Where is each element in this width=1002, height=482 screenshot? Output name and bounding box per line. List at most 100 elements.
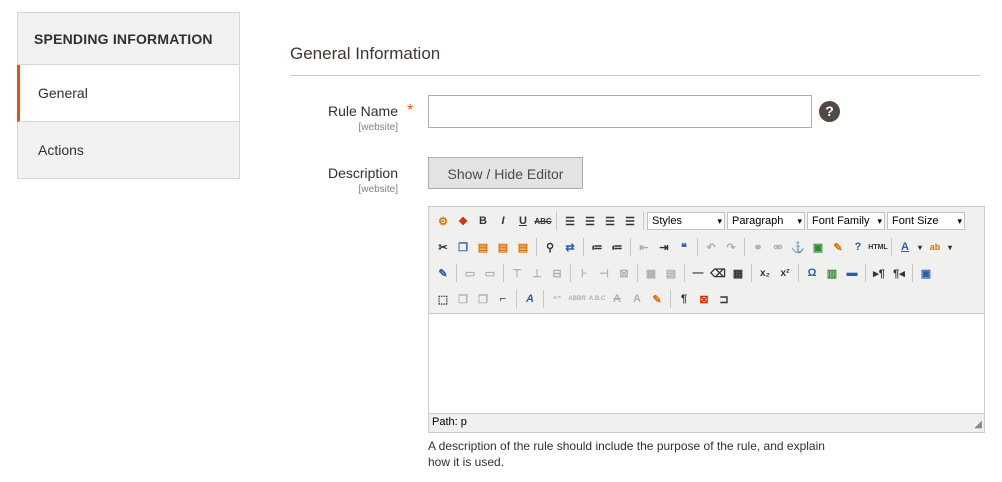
move-forward-icon[interactable]: ❐	[453, 289, 473, 309]
image-icon[interactable]: ▣	[808, 237, 828, 257]
visual-chars-icon[interactable]: ¶	[674, 289, 694, 309]
magento-variable-icon[interactable]: ❖	[453, 211, 473, 231]
cell-props-icon[interactable]: ▭	[480, 263, 500, 283]
highlight-color-icon[interactable]: ab	[925, 237, 945, 257]
attributes-icon[interactable]: ✎	[647, 289, 667, 309]
align-center-icon[interactable]: ☰	[580, 211, 600, 231]
redo-icon[interactable]: ↷	[721, 237, 741, 257]
paragraph-dropdown[interactable]: Paragraph	[727, 212, 805, 230]
special-char-icon[interactable]: Ω	[802, 263, 822, 283]
undo-icon[interactable]: ↶	[701, 237, 721, 257]
superscript-icon[interactable]: x²	[775, 263, 795, 283]
font-family-dropdown[interactable]: Font Family	[807, 212, 885, 230]
sidebar-title: SPENDING INFORMATION	[17, 12, 240, 65]
ltr-icon[interactable]: ▸¶	[869, 263, 889, 283]
help-circle-icon[interactable]: ?	[848, 237, 868, 257]
horizontal-rule-icon[interactable]: ―	[688, 263, 708, 283]
remove-format-icon[interactable]: ⌫	[708, 263, 728, 283]
italic-icon[interactable]: I	[493, 211, 513, 231]
paste-text-icon[interactable]: ▤	[493, 237, 513, 257]
edit-table-icon[interactable]: ✎	[433, 263, 453, 283]
merge-cells-icon[interactable]: ▤	[661, 263, 681, 283]
bold-icon[interactable]: B	[473, 211, 493, 231]
toolbar-separator	[643, 212, 644, 230]
media-icon[interactable]: ▥	[822, 263, 842, 283]
numbered-list-icon[interactable]: ≔	[607, 237, 627, 257]
wysiwyg-editor: ⚙ ❖ B I U ABC ☰ ☰ ☰ ☰ Styles Paragraph F…	[428, 206, 985, 433]
absolute-position-icon[interactable]: ⌐	[493, 289, 513, 309]
toolbar-row-1: ⚙ ❖ B I U ABC ☰ ☰ ☰ ☰ Styles Paragraph F…	[433, 210, 967, 232]
underline-icon[interactable]: U	[513, 211, 533, 231]
anchor-icon[interactable]: ⚓	[788, 237, 808, 257]
paste-word-icon[interactable]: ▤	[513, 237, 533, 257]
rule-name-input[interactable]	[428, 95, 812, 128]
insert-col-before-icon[interactable]: ⊦	[574, 263, 594, 283]
chevron-down-icon[interactable]: ▾	[945, 237, 955, 257]
text-color-icon[interactable]: A	[895, 237, 915, 257]
html-source-icon[interactable]: HTML	[868, 237, 888, 257]
find-icon[interactable]: ⚲	[540, 237, 560, 257]
sidebar-item-actions[interactable]: Actions	[17, 122, 240, 179]
bullet-list-icon[interactable]: ≔	[587, 237, 607, 257]
fullscreen-icon[interactable]: ▣	[916, 263, 936, 283]
move-backward-icon[interactable]: ❐	[473, 289, 493, 309]
replace-icon[interactable]: ⇄	[560, 237, 580, 257]
sidebar-nav: SPENDING INFORMATION General Actions	[17, 12, 240, 179]
cut-icon[interactable]: ✂	[433, 237, 453, 257]
pagebreak-icon[interactable]: ⊐	[714, 289, 734, 309]
nonbreaking-icon[interactable]: ⊠	[694, 289, 714, 309]
toolbar-separator	[865, 264, 866, 282]
show-hide-editor-button[interactable]: Show / Hide Editor	[428, 157, 583, 189]
help-icon[interactable]: ?	[819, 101, 840, 122]
toolbar-separator	[556, 212, 557, 230]
insert-row-before-icon[interactable]: ⊤	[507, 263, 527, 283]
editor-path: Path: p	[432, 416, 467, 428]
resize-grip-icon[interactable]: ◢	[974, 419, 982, 430]
advanced-hr-icon[interactable]: ▬	[842, 263, 862, 283]
insert-col-after-icon[interactable]: ⊣	[594, 263, 614, 283]
align-right-icon[interactable]: ☰	[600, 211, 620, 231]
toolbar-separator	[684, 264, 685, 282]
align-left-icon[interactable]: ☰	[560, 211, 580, 231]
visual-aid-icon[interactable]: ▦	[728, 263, 748, 283]
paste-icon[interactable]: ▤	[473, 237, 493, 257]
strikethrough-icon[interactable]: ABC	[533, 211, 553, 231]
unlink-icon[interactable]: ⚮	[768, 237, 788, 257]
row-props-icon[interactable]: ▭	[460, 263, 480, 283]
description-note: A description of the rule should include…	[428, 439, 825, 469]
section-title: General Information	[290, 44, 980, 76]
editor-content-area[interactable]	[429, 313, 984, 414]
toolbar-separator	[456, 264, 457, 282]
styleprops-icon[interactable]: A	[520, 289, 540, 309]
rtl-icon[interactable]: ¶◂	[889, 263, 909, 283]
toolbar-separator	[637, 264, 638, 282]
insert-row-after-icon[interactable]: ⊥	[527, 263, 547, 283]
toolbar-separator	[912, 264, 913, 282]
outdent-icon[interactable]: ⇤	[634, 237, 654, 257]
delete-row-icon[interactable]: ⊟	[547, 263, 567, 283]
subscript-icon[interactable]: x₂	[755, 263, 775, 283]
font-size-dropdown[interactable]: Font Size	[887, 212, 965, 230]
link-icon[interactable]: ⚭	[748, 237, 768, 257]
sidebar-item-general[interactable]: General	[17, 65, 240, 122]
toolbar-separator	[670, 290, 671, 308]
chevron-down-icon[interactable]: ▾	[915, 237, 925, 257]
styles-dropdown[interactable]: Styles	[647, 212, 725, 230]
insert-layer-icon[interactable]: ⬚	[433, 289, 453, 309]
toolbar-separator	[503, 264, 504, 282]
magento-widget-icon[interactable]: ⚙	[433, 211, 453, 231]
align-justify-icon[interactable]: ☰	[620, 211, 640, 231]
del-icon[interactable]: A	[607, 289, 627, 309]
blockquote-icon[interactable]: ❝	[674, 237, 694, 257]
ins-icon[interactable]: A	[627, 289, 647, 309]
abbr-icon[interactable]: ABBR	[567, 289, 587, 309]
toolbar-separator	[697, 238, 698, 256]
acronym-icon[interactable]: A.B.C	[587, 289, 607, 309]
description-scope: [website]	[358, 184, 398, 195]
indent-icon[interactable]: ⇥	[654, 237, 674, 257]
copy-icon[interactable]: ❐	[453, 237, 473, 257]
cite-icon[interactable]: “”	[547, 289, 567, 309]
delete-col-icon[interactable]: ⊠	[614, 263, 634, 283]
cleanup-icon[interactable]: ✎	[828, 237, 848, 257]
split-cells-icon[interactable]: ▦	[641, 263, 661, 283]
